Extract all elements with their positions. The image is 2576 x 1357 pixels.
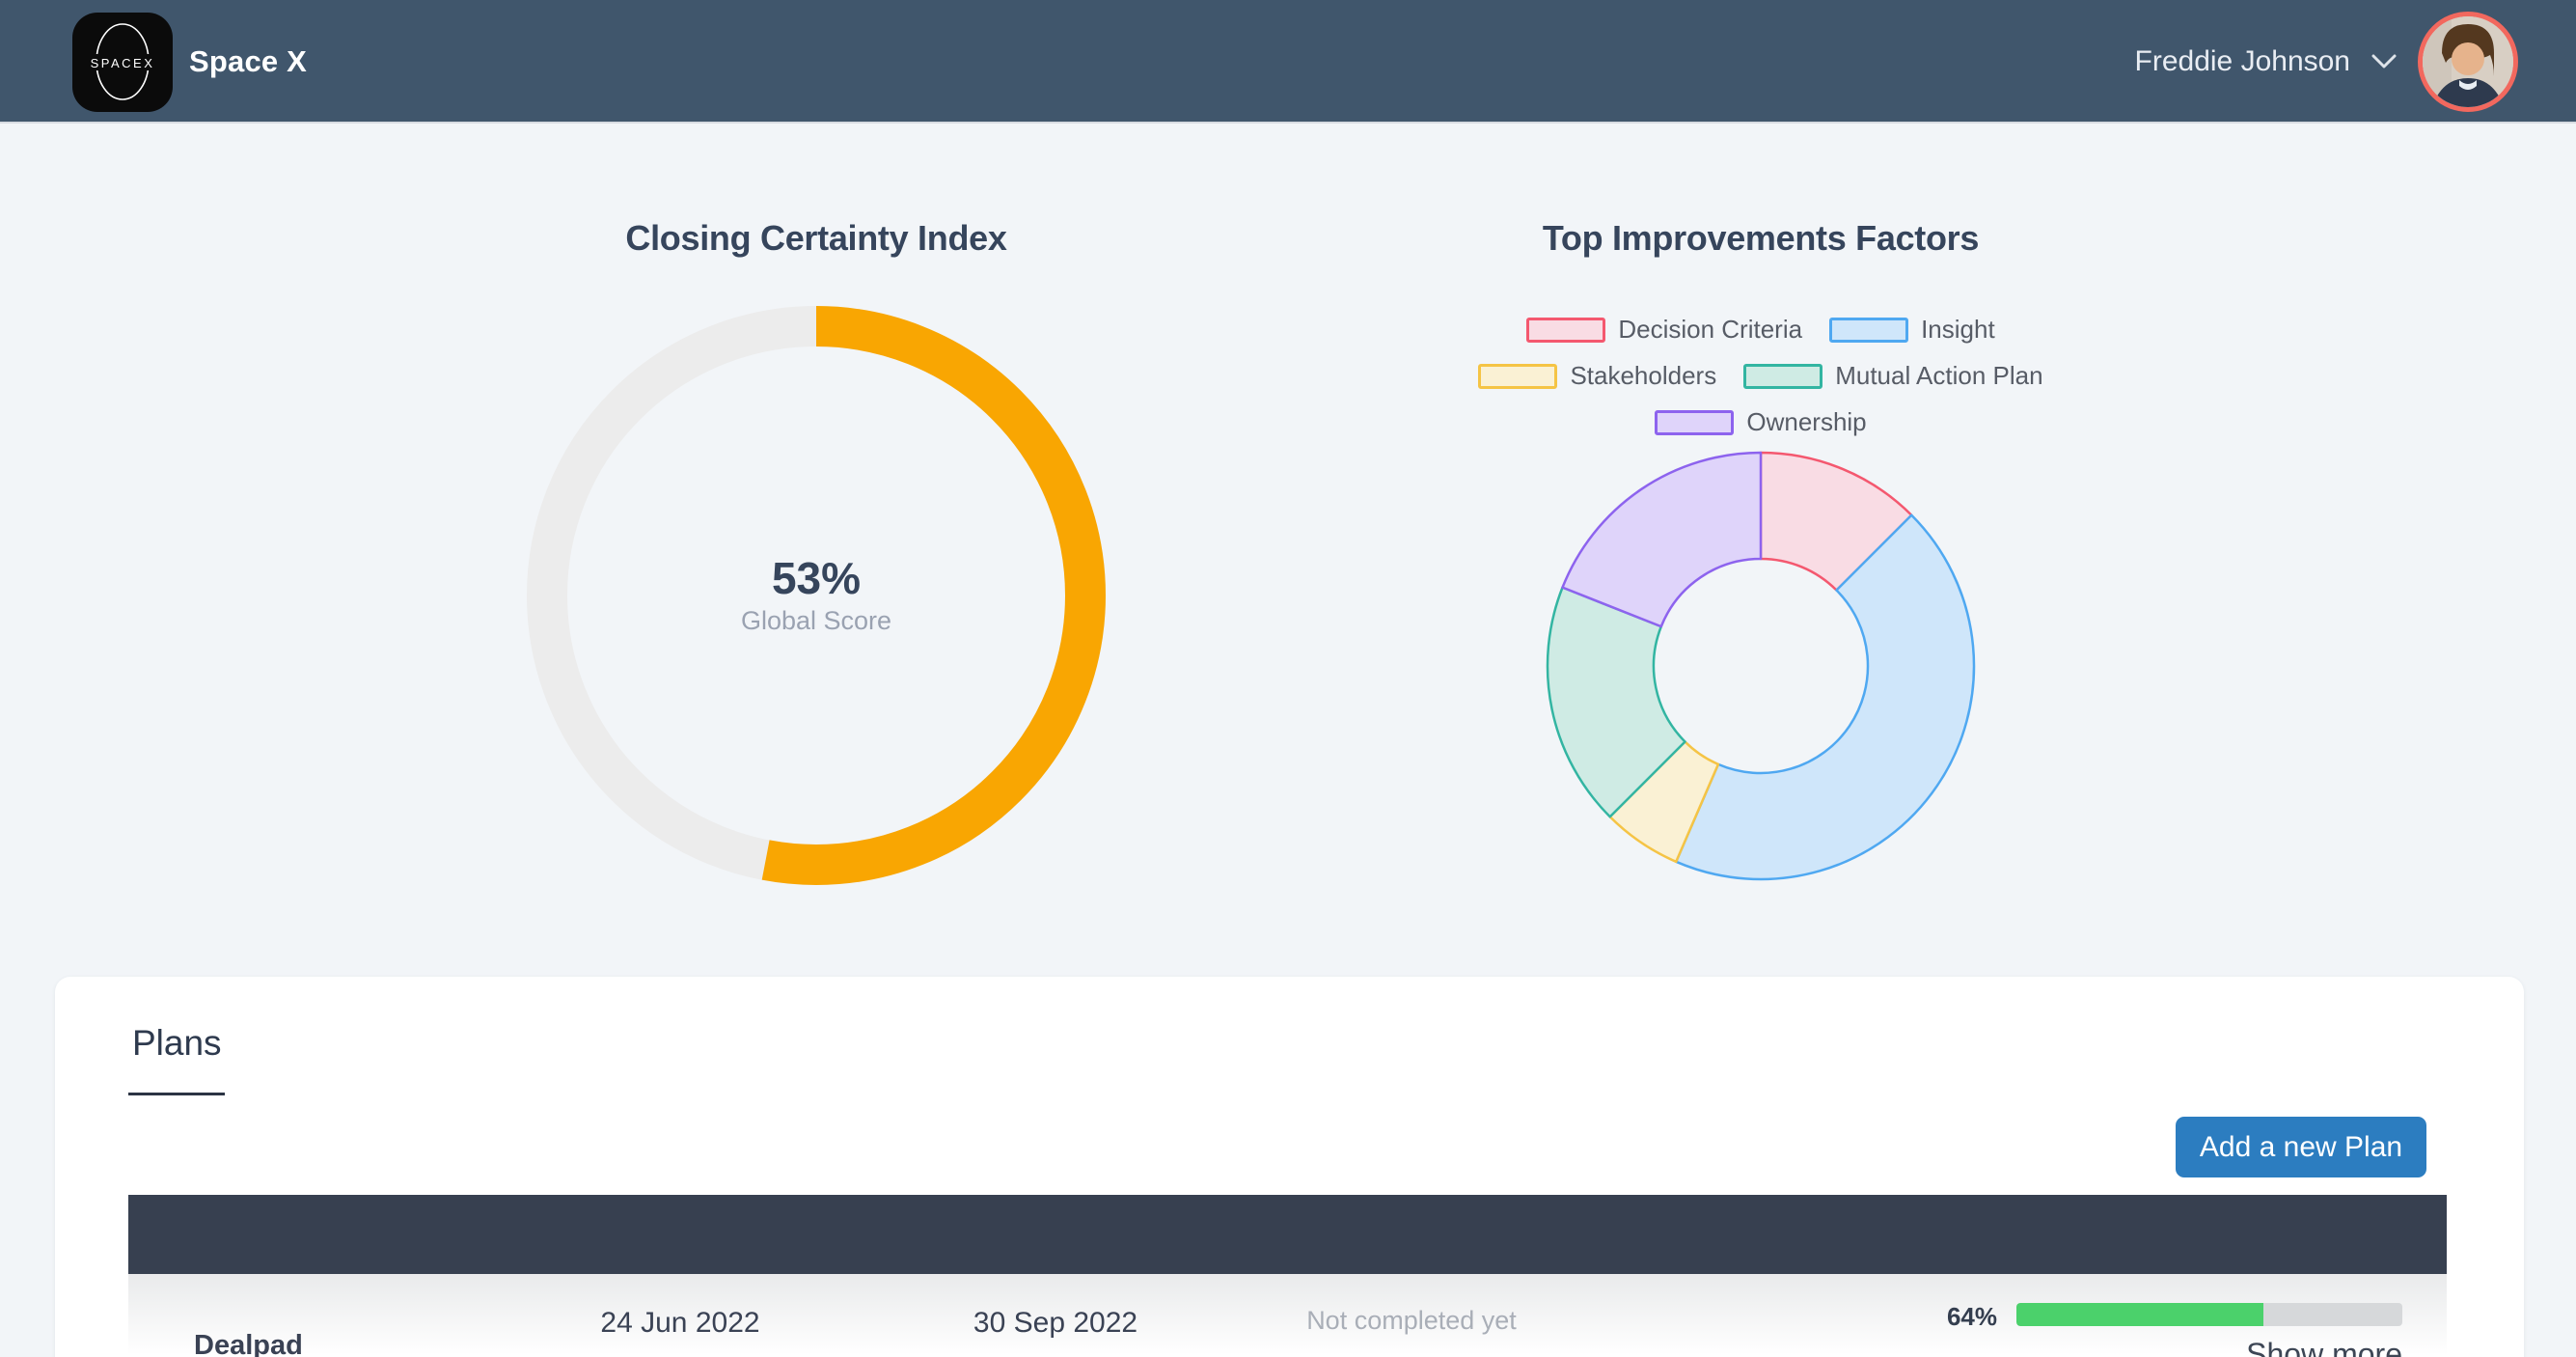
legend-row: Stakeholders Mutual Action Plan — [1423, 361, 2098, 391]
factors-legend: Decision Criteria Insight Stakeholders M… — [1423, 315, 2098, 437]
legend-label: Insight — [1921, 315, 1995, 345]
top-navbar: SPACEX Space X Freddie Johnson — [0, 0, 2576, 124]
table-row[interactable]: Dealpad 24 Jun 2022 30 Sep 2022 Not comp… — [128, 1274, 2447, 1357]
gauge-chart-title: Closing Certainty Index — [430, 218, 1202, 259]
legend-item-ownership[interactable]: Ownership — [1655, 407, 1866, 437]
legend-swatch-stakeholders — [1478, 364, 1557, 389]
plans-table-header — [128, 1195, 2447, 1274]
plans-tab[interactable]: Plans — [132, 1023, 222, 1064]
avatar-photo — [2423, 16, 2513, 107]
plans-tab-underline — [128, 1093, 225, 1095]
add-plan-button[interactable]: Add a new Plan — [2176, 1117, 2426, 1177]
improvement-factors-donut — [1544, 449, 1978, 883]
legend-swatch-insight — [1829, 318, 1908, 343]
spacex-logo-icon: SPACEX — [72, 13, 173, 112]
plan-start-date: 24 Jun 2022 — [584, 1307, 777, 1340]
legend-item-decision-criteria[interactable]: Decision Criteria — [1526, 315, 1802, 345]
legend-row: Decision Criteria Insight — [1423, 315, 2098, 345]
svg-text:SPACEX: SPACEX — [91, 56, 155, 70]
plan-progress-bar — [2016, 1303, 2402, 1326]
factors-chart-title: Top Improvements Factors — [1375, 218, 2147, 259]
user-name[interactable]: Freddie Johnson — [2135, 45, 2350, 78]
app-title: Space X — [189, 0, 307, 124]
legend-item-mutual-action-plan[interactable]: Mutual Action Plan — [1743, 361, 2042, 391]
spacex-logo: SPACEX — [72, 13, 173, 112]
legend-label: Stakeholders — [1570, 361, 1716, 391]
avatar[interactable] — [2418, 12, 2518, 112]
plans-card: Plans Add a new Plan Dealpad 24 Jun 2022… — [55, 977, 2524, 1357]
legend-label: Mutual Action Plan — [1835, 361, 2042, 391]
gauge-sublabel: Global Score — [623, 606, 1009, 636]
chevron-down-icon[interactable] — [2371, 54, 2397, 69]
plan-status: Not completed yet — [1267, 1306, 1556, 1336]
legend-label: Ownership — [1746, 407, 1866, 437]
gauge-value-label: 53% — [623, 552, 1009, 604]
user-menu[interactable]: Freddie Johnson — [2135, 0, 2518, 124]
legend-swatch-mutual-action-plan — [1743, 364, 1822, 389]
plan-end-date: 30 Sep 2022 — [959, 1307, 1152, 1340]
plan-progress-fill — [2016, 1303, 2263, 1326]
legend-row: Ownership — [1423, 407, 2098, 437]
plan-progress-label: 64% — [1881, 1302, 1997, 1332]
dashboard-page: SPACEX Space X Freddie Johnson Closing — [0, 0, 2576, 1357]
legend-item-insight[interactable]: Insight — [1829, 315, 1995, 345]
donut-segment-ownership[interactable] — [1563, 453, 1761, 626]
legend-swatch-ownership — [1655, 410, 1734, 435]
show-more-link[interactable]: Show more — [2246, 1337, 2402, 1357]
legend-label: Decision Criteria — [1618, 315, 1802, 345]
legend-swatch-decision-criteria — [1526, 318, 1605, 343]
plan-name[interactable]: Dealpad — [194, 1330, 303, 1357]
legend-item-stakeholders[interactable]: Stakeholders — [1478, 361, 1716, 391]
